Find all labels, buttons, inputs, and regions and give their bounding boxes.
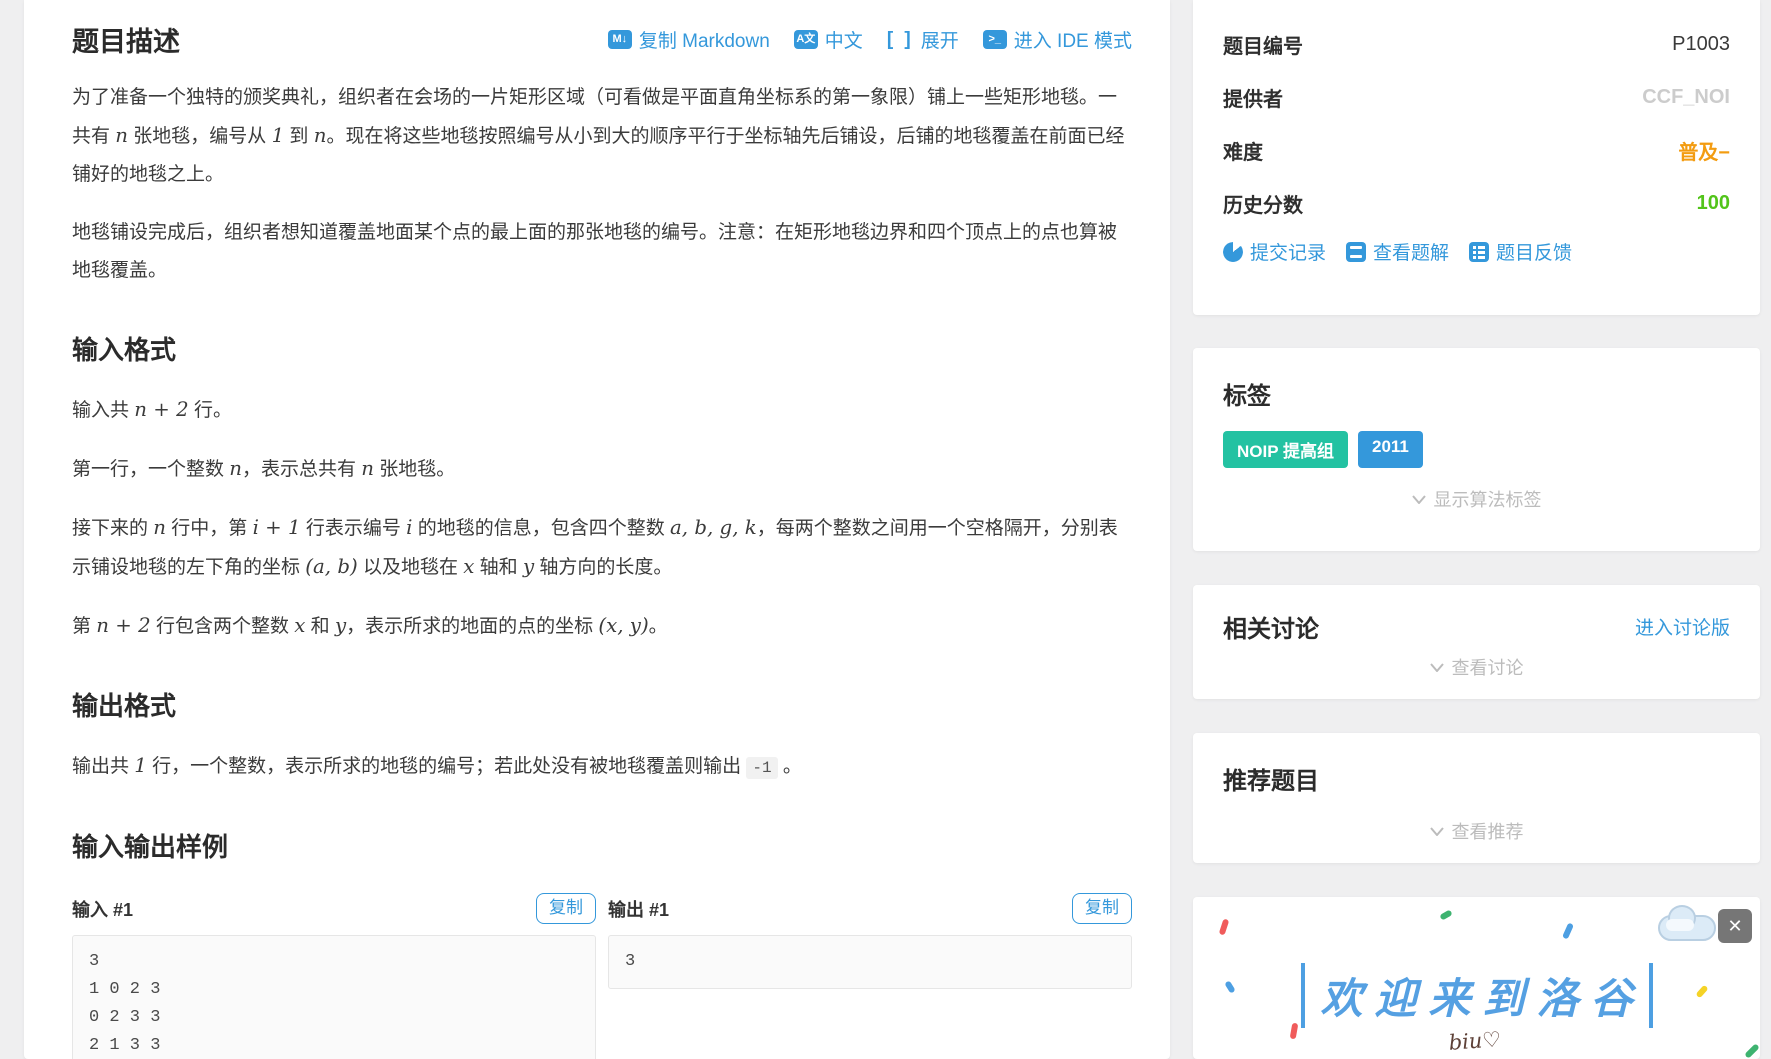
- provider-label: 提供者: [1223, 88, 1283, 111]
- tags-heading: 标签: [1223, 383, 1271, 410]
- problem-content-panel: 题目描述 M↓ 复制 Markdown A文 中文 [ ] 展开 >_ 进入 I…: [24, 0, 1170, 1059]
- sample-io-area: 输入 #1 复制 3 1 0 2 3 0 2 3 3 2 1 3 3 2 2 输…: [72, 892, 1132, 1059]
- info-row-score: 历史分数 100: [1223, 185, 1730, 221]
- sidebar: 题目编号 P1003 提供者 CCF_NOI 难度 普及− 历史分数 100 提…: [1193, 0, 1760, 1059]
- view-solutions-link[interactable]: 查看题解: [1346, 238, 1449, 265]
- problem-id-label: 题目编号: [1223, 35, 1303, 58]
- view-recommendations-toggle[interactable]: 查看推荐: [1223, 818, 1730, 844]
- section-heading-samples: 输入输出样例: [72, 832, 229, 862]
- show-algorithm-tags-toggle[interactable]: 显示算法标签: [1223, 486, 1730, 512]
- difficulty-label: 难度: [1223, 141, 1263, 164]
- language-label: 中文: [824, 31, 863, 52]
- feedback-list-icon: [1469, 241, 1490, 262]
- language-switch-button[interactable]: A文 中文: [793, 26, 863, 53]
- provider-value: CCF_NOI: [1642, 85, 1730, 108]
- info-row-provider: 提供者 CCF_NOI: [1223, 79, 1730, 115]
- info-row-difficulty: 难度 普及−: [1223, 132, 1730, 168]
- markdown-icon: M↓: [607, 30, 632, 49]
- translate-icon: A文: [793, 30, 818, 49]
- copy-input-button[interactable]: 复制: [536, 893, 596, 924]
- ad-welcome-text: 欢迎来到洛谷: [1300, 963, 1653, 1028]
- copy-markdown-button[interactable]: M↓ 复制 Markdown: [607, 26, 770, 53]
- info-links-row: 提交记录 查看题解 题目反馈: [1223, 238, 1730, 265]
- submission-records-label: 提交记录: [1250, 243, 1327, 264]
- view-discussions-label: 查看讨论: [1451, 658, 1524, 678]
- enter-discussion-board-link[interactable]: 进入讨论版: [1635, 613, 1730, 640]
- input-format-paragraph: 接下来的 n 行中，第 i + 1 行表示编号 i 的地毯的信息，包含四个整数 …: [72, 516, 1118, 578]
- confetti-decoration: [1744, 1043, 1760, 1059]
- problem-statement: 为了准备一个独特的颁奖典礼，组织者在会场的一片矩形区域（可看做是平面直角坐标系的…: [72, 79, 1132, 864]
- show-algorithm-tags-label: 显示算法标签: [1433, 490, 1542, 510]
- tags-card: 标签 NOIP 提高组 2011 显示算法标签: [1193, 348, 1760, 551]
- confetti-decoration: [1218, 918, 1230, 936]
- ad-biu-text: biu♡: [1447, 1027, 1502, 1055]
- confetti-decoration: [1695, 984, 1709, 999]
- page-title: 题目描述: [72, 27, 180, 57]
- tag-row: NOIP 提高组 2011: [1223, 431, 1730, 468]
- sample-output-label: 输出 #1: [608, 899, 670, 920]
- pie-chart-icon: [1223, 241, 1243, 262]
- expand-label: 展开: [920, 31, 959, 52]
- info-row-problem-id: 题目编号 P1003: [1223, 26, 1730, 62]
- page: { "main": { "toolbar": { "copy_markdown"…: [0, 0, 1771, 1059]
- description-paragraph: 为了准备一个独特的颁奖典礼，组织者在会场的一片矩形区域（可看做是平面直角坐标系的…: [72, 87, 1125, 185]
- sample-input-code: 3 1 0 2 3 0 2 3 3 2 1 3 3 2 2: [72, 935, 596, 1059]
- copy-output-button[interactable]: 复制: [1072, 893, 1132, 924]
- problem-toolbar: M↓ 复制 Markdown A文 中文 [ ] 展开 >_ 进入 IDE 模式: [607, 26, 1132, 53]
- problem-info-card: 题目编号 P1003 提供者 CCF_NOI 难度 普及− 历史分数 100 提…: [1193, 0, 1760, 315]
- sample-output-column: 输出 #1 复制 3: [608, 892, 1132, 1059]
- chevron-down-icon: [1411, 494, 1426, 504]
- view-solutions-label: 查看题解: [1373, 243, 1450, 264]
- recommended-problems-card: 推荐题目 查看推荐: [1193, 733, 1760, 863]
- problem-feedback-label: 题目反馈: [1496, 243, 1573, 264]
- history-score-value: 100: [1696, 191, 1730, 214]
- problem-id-value: P1003: [1672, 32, 1730, 55]
- ad-banner[interactable]: ✕ 欢迎来到洛谷 biu♡: [1193, 897, 1760, 1059]
- recommended-heading: 推荐题目: [1223, 768, 1319, 795]
- sample-input-label: 输入 #1: [72, 899, 134, 920]
- output-format-paragraph: 输出共 1 行，一个整数，表示所求的地毯的编号；若此处没有被地毯覆盖则输出 -1…: [72, 754, 802, 779]
- section-heading-output-format: 输出格式: [72, 691, 177, 721]
- view-recommendations-label: 查看推荐: [1451, 822, 1524, 842]
- confetti-decoration: [1224, 980, 1236, 994]
- input-format-paragraph: 第一行，一个整数 n，表示总共有 n 张地毯。: [72, 457, 456, 480]
- cloud-illustration: [1658, 905, 1716, 941]
- expand-button[interactable]: [ ] 展开: [887, 26, 959, 53]
- confetti-decoration: [1289, 1022, 1299, 1040]
- copy-markdown-label: 复制 Markdown: [638, 31, 770, 52]
- discussion-heading: 相关讨论: [1223, 616, 1319, 643]
- tag-noip-tigaozu[interactable]: NOIP 提高组: [1223, 431, 1348, 468]
- tag-2011[interactable]: 2011: [1357, 431, 1423, 468]
- discussion-card: 相关讨论 进入讨论版 查看讨论: [1193, 585, 1760, 699]
- view-discussions-toggle[interactable]: 查看讨论: [1223, 654, 1730, 680]
- submission-records-link[interactable]: 提交记录: [1223, 238, 1326, 265]
- confetti-decoration: [1439, 909, 1453, 921]
- sample-input-column: 输入 #1 复制 3 1 0 2 3 0 2 3 3 2 1 3 3 2 2: [72, 892, 596, 1059]
- sample-output-code: 3: [608, 935, 1132, 989]
- terminal-icon: >_: [982, 30, 1007, 49]
- expand-icon: [ ]: [886, 28, 914, 50]
- difficulty-value: 普及−: [1678, 141, 1730, 164]
- section-heading-input-format: 输入格式: [72, 335, 177, 365]
- history-score-label: 历史分数: [1223, 194, 1303, 217]
- book-icon: [1346, 241, 1367, 262]
- enter-ide-label: 进入 IDE 模式: [1013, 31, 1132, 52]
- problem-feedback-link[interactable]: 题目反馈: [1469, 238, 1572, 265]
- input-format-paragraph: 输入共 n + 2 行。: [72, 398, 232, 421]
- description-paragraph: 地毯铺设完成后，组织者想知道覆盖地面某个点的最上面的那张地毯的编号。注意：在矩形…: [72, 222, 1118, 281]
- input-format-paragraph: 第 n + 2 行包含两个整数 x 和 y，表示所求的地面的点的坐标 (x, y…: [72, 614, 668, 637]
- ad-close-button[interactable]: ✕: [1718, 909, 1752, 943]
- confetti-decoration: [1562, 922, 1574, 940]
- chevron-down-icon: [1429, 662, 1444, 672]
- chevron-down-icon: [1429, 826, 1444, 836]
- enter-ide-button[interactable]: >_ 进入 IDE 模式: [982, 26, 1132, 53]
